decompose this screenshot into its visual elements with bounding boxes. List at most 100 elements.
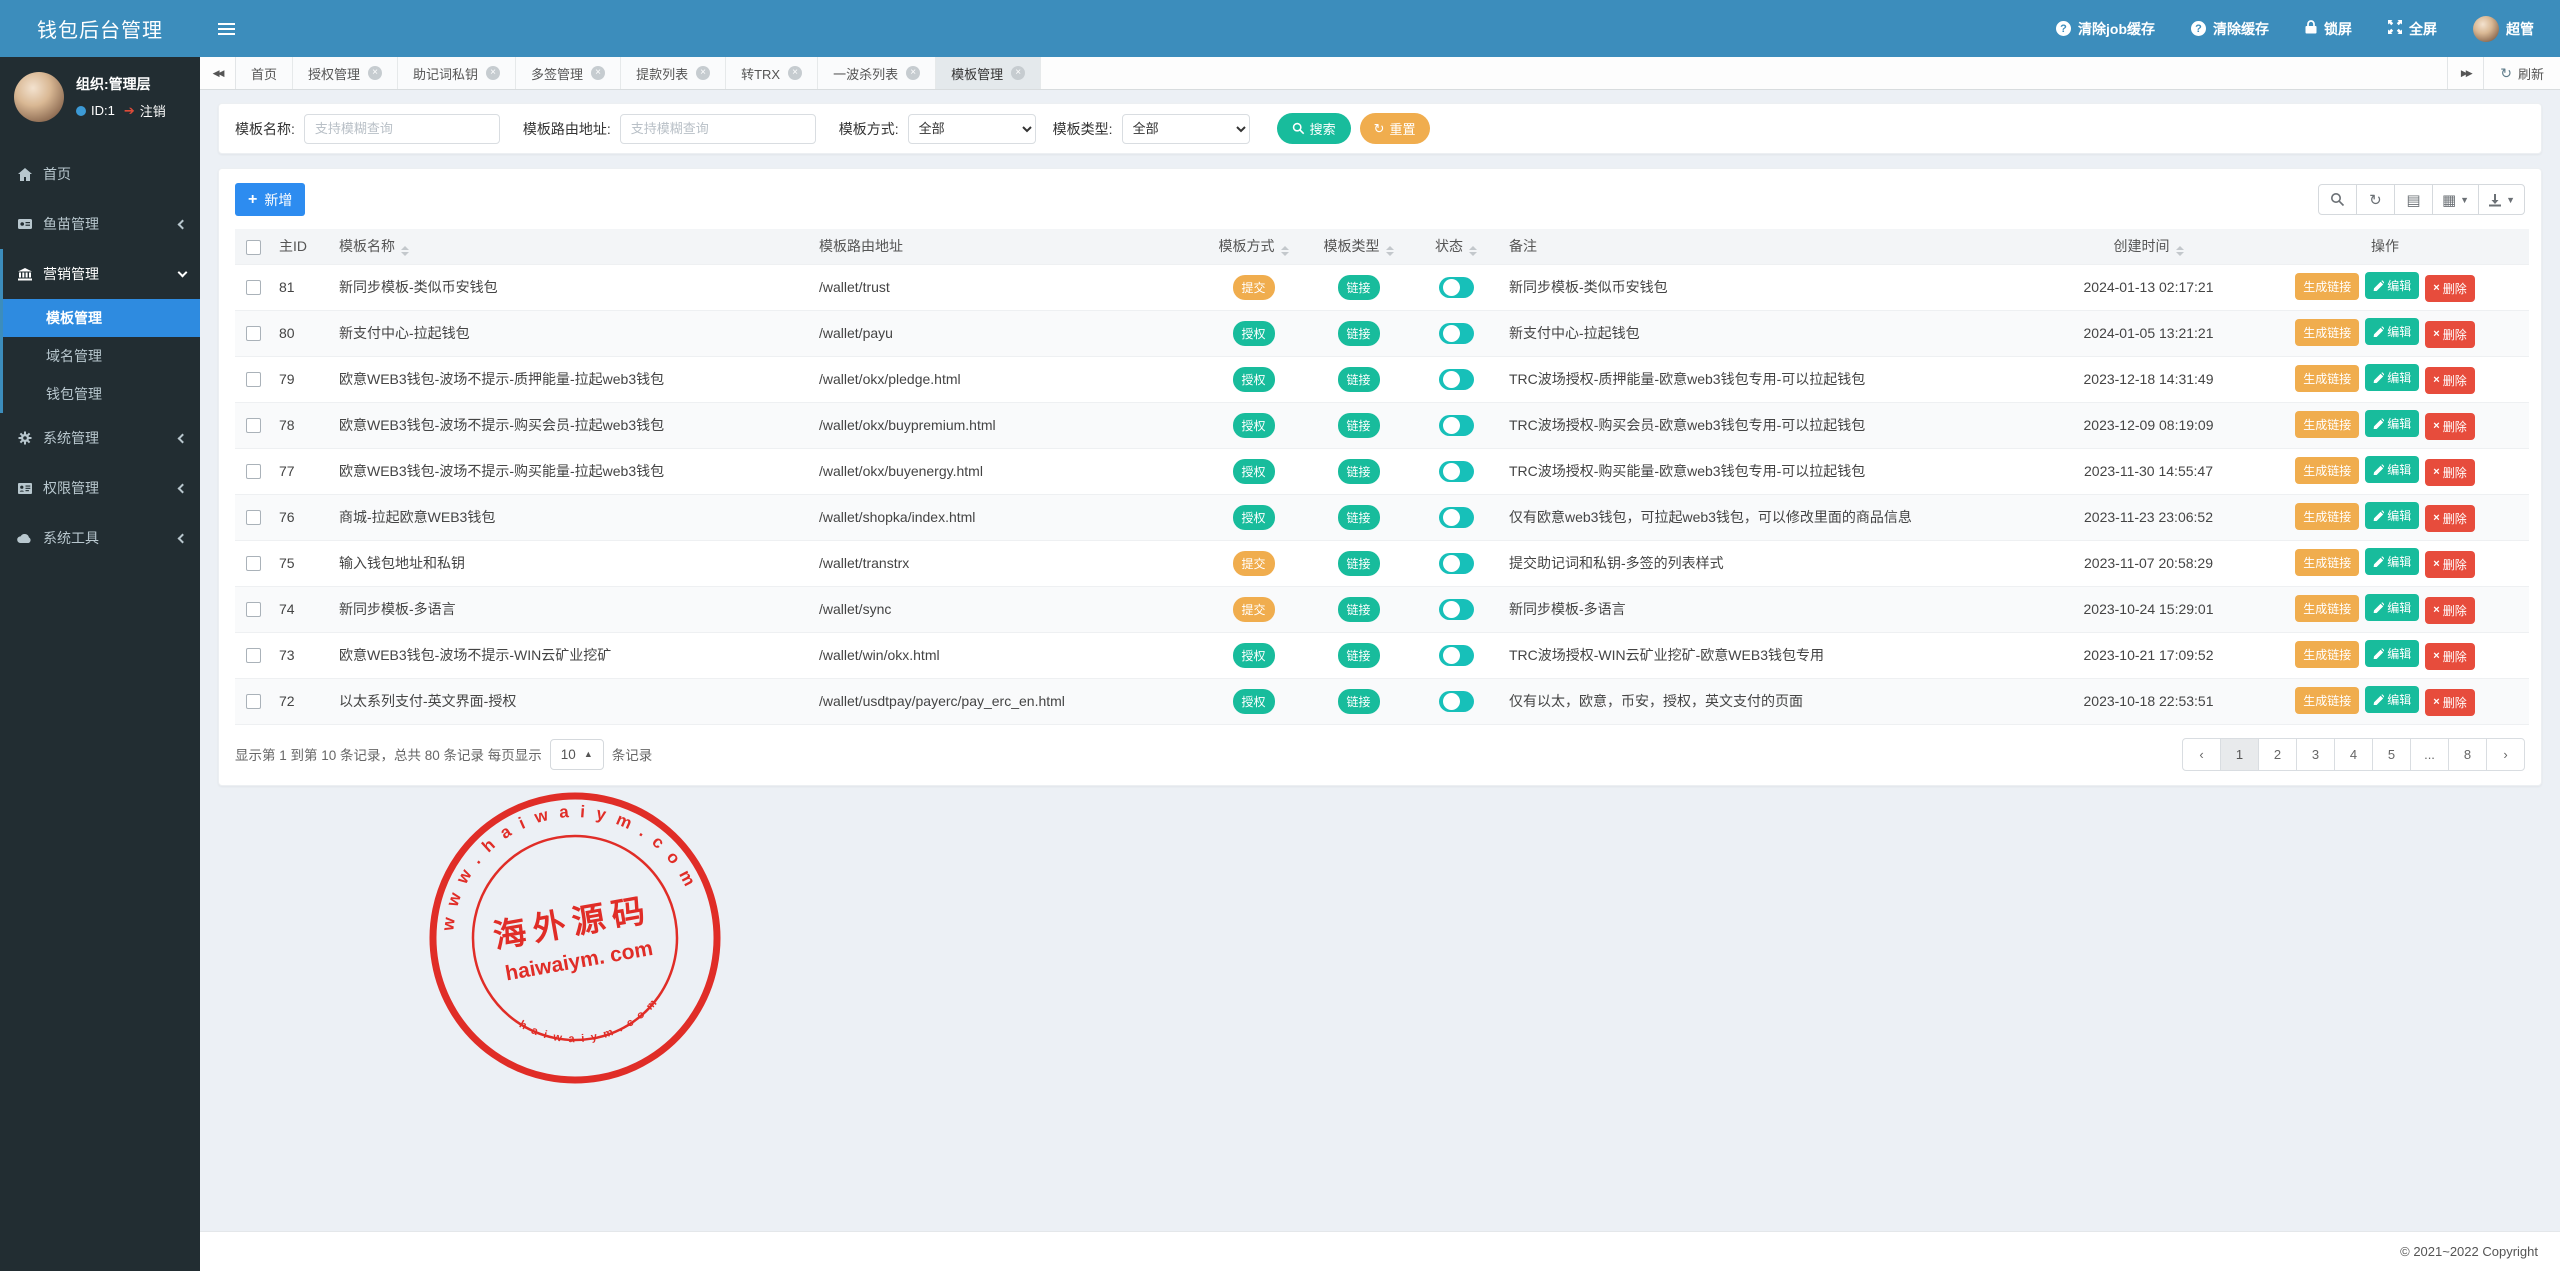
tabs-scroll-right-icon[interactable]: ▶▶ [2447, 57, 2483, 89]
column-header-模板名称[interactable]: 模板名称 [331, 229, 811, 264]
sidebar-subitem-模板管理[interactable]: 模板管理 [3, 299, 200, 337]
close-tab-icon[interactable]: × [591, 66, 605, 80]
row-checkbox[interactable] [246, 602, 261, 617]
delete-button[interactable]: ×删除 [2425, 321, 2474, 348]
template-type-select[interactable]: 全部 [1122, 114, 1250, 144]
status-toggle[interactable] [1439, 277, 1474, 298]
user-menu[interactable]: 超管 [2473, 16, 2534, 42]
delete-button[interactable]: ×删除 [2425, 551, 2474, 578]
sort-icon[interactable] [1281, 246, 1289, 256]
row-checkbox[interactable] [246, 464, 261, 479]
column-header-创建时间[interactable]: 创建时间 [2056, 229, 2241, 264]
table-refresh-icon[interactable]: ↻ [2356, 184, 2395, 215]
edit-button[interactable]: 编辑 [2365, 272, 2419, 299]
page-button-1[interactable]: 1 [2220, 738, 2259, 771]
edit-button[interactable]: 编辑 [2365, 318, 2419, 345]
sidebar-item-系统管理[interactable]: 系统管理 [3, 413, 200, 463]
close-tab-icon[interactable]: × [906, 66, 920, 80]
status-toggle[interactable] [1439, 691, 1474, 712]
close-tab-icon[interactable]: × [486, 66, 500, 80]
next-page-button[interactable]: › [2486, 738, 2525, 771]
edit-button[interactable]: 编辑 [2365, 640, 2419, 667]
sidebar-subitem-域名管理[interactable]: 域名管理 [3, 337, 200, 375]
edit-button[interactable]: 编辑 [2365, 456, 2419, 483]
tab-首页[interactable]: 首页 [236, 57, 293, 89]
edit-button[interactable]: 编辑 [2365, 548, 2419, 575]
search-button[interactable]: 搜索 [1277, 113, 1351, 144]
delete-button[interactable]: ×删除 [2425, 367, 2474, 394]
row-checkbox[interactable] [246, 372, 261, 387]
status-toggle[interactable] [1439, 645, 1474, 666]
generate-link-button[interactable]: 生成链接 [2295, 411, 2359, 438]
table-export-icon[interactable]: ▼ [2478, 184, 2525, 215]
logout-link[interactable]: 注销 [140, 101, 166, 120]
template-route-input[interactable] [620, 114, 816, 144]
delete-button[interactable]: ×删除 [2425, 413, 2474, 440]
sidebar-item-营销管理[interactable]: 营销管理 [3, 249, 200, 299]
delete-button[interactable]: ×删除 [2425, 459, 2474, 486]
generate-link-button[interactable]: 生成链接 [2295, 503, 2359, 530]
edit-button[interactable]: 编辑 [2365, 686, 2419, 713]
tabs-scroll-left-icon[interactable]: ◀◀ [200, 57, 236, 89]
lock-screen-button[interactable]: 锁屏 [2305, 19, 2352, 39]
sort-icon[interactable] [401, 246, 409, 256]
page-button-3[interactable]: 3 [2296, 738, 2335, 771]
tab-助记词私钥[interactable]: 助记词私钥× [398, 57, 516, 89]
column-header-模板方式[interactable]: 模板方式 [1201, 229, 1306, 264]
sidebar-item-鱼苗管理[interactable]: 鱼苗管理 [3, 199, 200, 249]
table-columns-icon[interactable]: ▦ ▼ [2432, 184, 2479, 215]
sort-icon[interactable] [2176, 246, 2184, 256]
page-button-8[interactable]: 8 [2448, 738, 2487, 771]
delete-button[interactable]: ×删除 [2425, 275, 2474, 302]
tab-提款列表[interactable]: 提款列表× [621, 57, 726, 89]
status-toggle[interactable] [1439, 415, 1474, 436]
generate-link-button[interactable]: 生成链接 [2295, 595, 2359, 622]
sidebar-item-权限管理[interactable]: 权限管理 [3, 463, 200, 513]
clear-cache-button[interactable]: ? 清除缓存 [2191, 19, 2269, 39]
template-name-input[interactable] [304, 114, 500, 144]
status-toggle[interactable] [1439, 369, 1474, 390]
add-button[interactable]: + 新增 [235, 183, 305, 216]
row-checkbox[interactable] [246, 418, 261, 433]
edit-button[interactable]: 编辑 [2365, 364, 2419, 391]
row-checkbox[interactable] [246, 648, 261, 663]
row-checkbox[interactable] [246, 510, 261, 525]
select-all-checkbox[interactable] [246, 240, 261, 255]
clear-job-cache-button[interactable]: ? 清除job缓存 [2056, 19, 2155, 39]
sort-icon[interactable] [1469, 246, 1477, 256]
fullscreen-button[interactable]: 全屏 [2388, 19, 2437, 39]
close-tab-icon[interactable]: × [1011, 66, 1025, 80]
page-button-5[interactable]: 5 [2372, 738, 2411, 771]
reset-button[interactable]: ↻ 重置 [1360, 113, 1430, 144]
table-view-icon[interactable]: ▤ [2394, 184, 2433, 215]
tab-多签管理[interactable]: 多签管理× [516, 57, 621, 89]
close-tab-icon[interactable]: × [368, 66, 382, 80]
page-size-select[interactable]: 10 ▲ [550, 739, 604, 770]
sort-icon[interactable] [1386, 246, 1394, 256]
template-way-select[interactable]: 全部 [908, 114, 1036, 144]
sidebar-item-系统工具[interactable]: 系统工具 [3, 513, 200, 563]
generate-link-button[interactable]: 生成链接 [2295, 641, 2359, 668]
row-checkbox[interactable] [246, 280, 261, 295]
tab-转TRX[interactable]: 转TRX× [726, 57, 818, 89]
delete-button[interactable]: ×删除 [2425, 643, 2474, 670]
delete-button[interactable]: ×删除 [2425, 597, 2474, 624]
page-button-4[interactable]: 4 [2334, 738, 2373, 771]
edit-button[interactable]: 编辑 [2365, 410, 2419, 437]
generate-link-button[interactable]: 生成链接 [2295, 549, 2359, 576]
sidebar-item-首页[interactable]: 首页 [3, 149, 200, 199]
row-checkbox[interactable] [246, 694, 261, 709]
edit-button[interactable]: 编辑 [2365, 502, 2419, 529]
status-toggle[interactable] [1439, 553, 1474, 574]
tab-模板管理[interactable]: 模板管理× [936, 57, 1041, 89]
delete-button[interactable]: ×删除 [2425, 689, 2474, 716]
generate-link-button[interactable]: 生成链接 [2295, 273, 2359, 300]
generate-link-button[interactable]: 生成链接 [2295, 319, 2359, 346]
status-toggle[interactable] [1439, 323, 1474, 344]
close-tab-icon[interactable]: × [696, 66, 710, 80]
tab-一波杀列表[interactable]: 一波杀列表× [818, 57, 936, 89]
tab-授权管理[interactable]: 授权管理× [293, 57, 398, 89]
generate-link-button[interactable]: 生成链接 [2295, 457, 2359, 484]
page-button-...[interactable]: ... [2410, 738, 2449, 771]
generate-link-button[interactable]: 生成链接 [2295, 365, 2359, 392]
